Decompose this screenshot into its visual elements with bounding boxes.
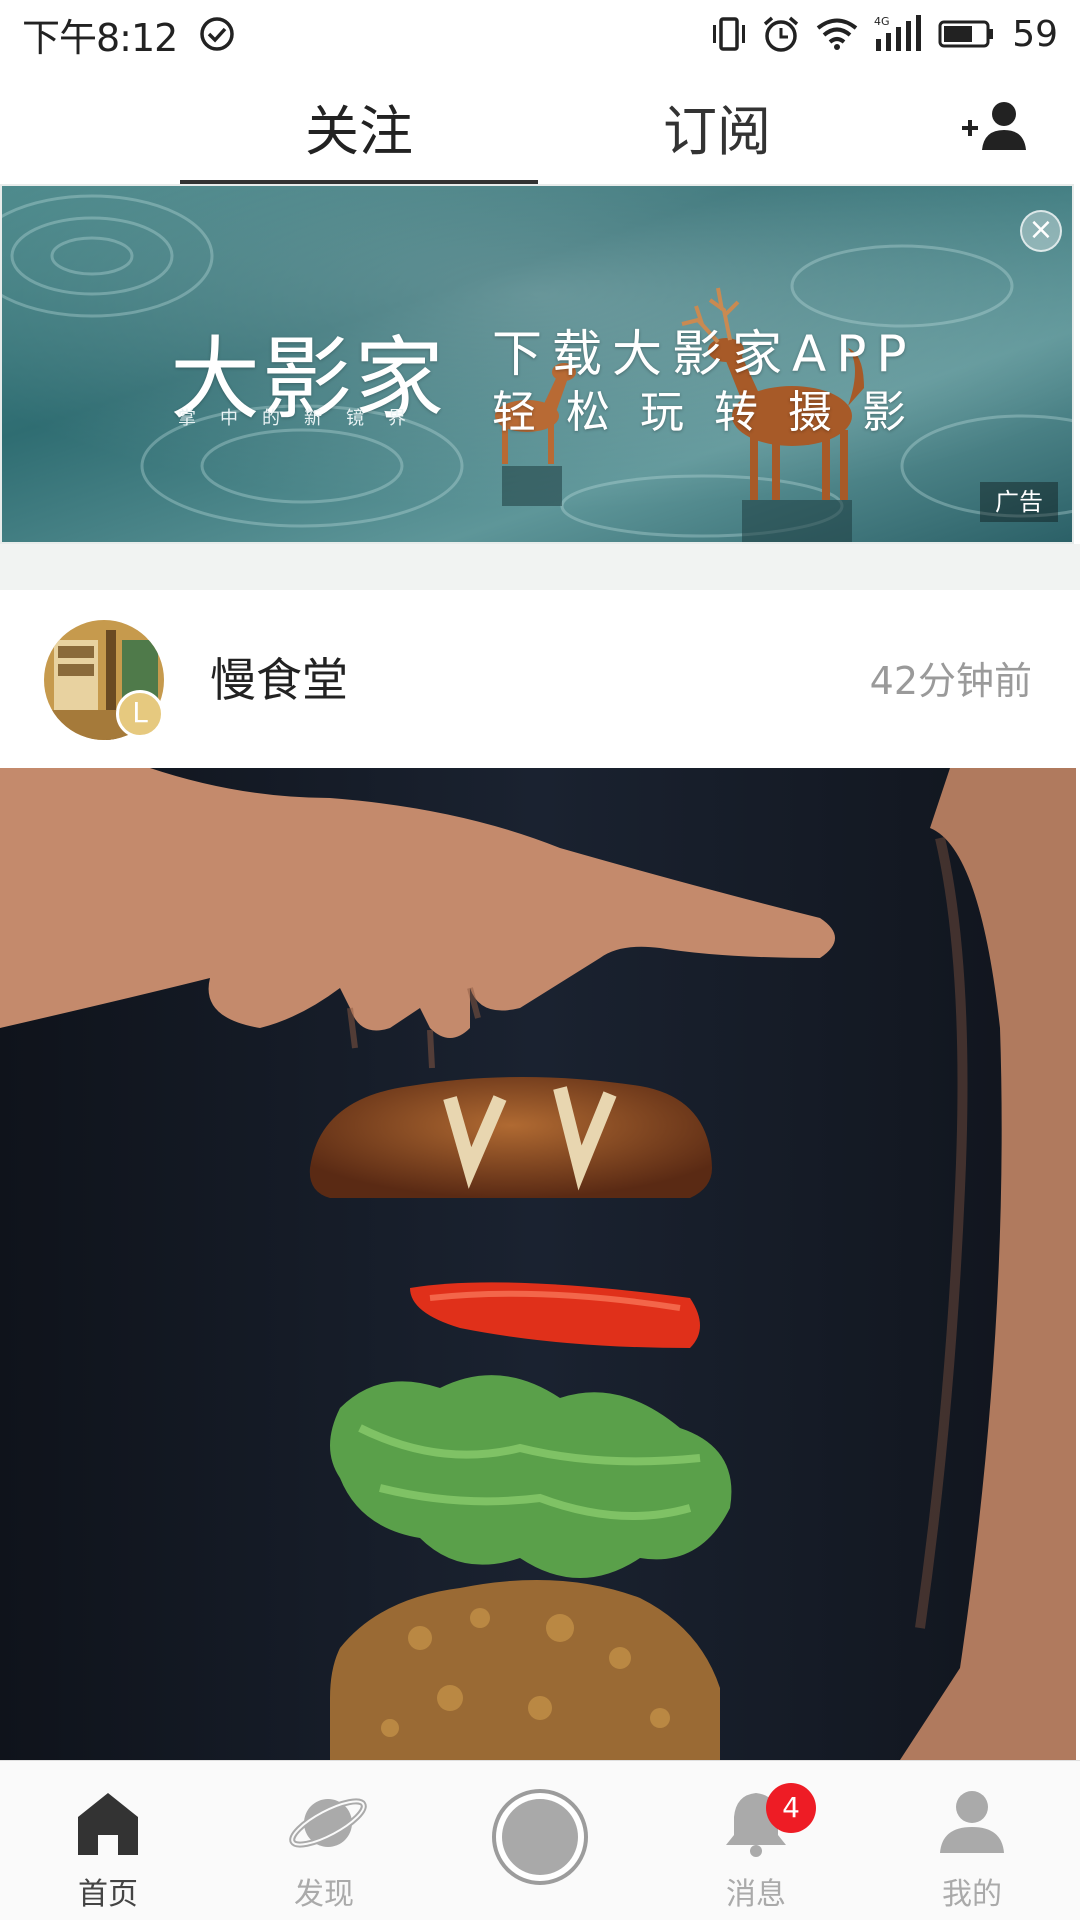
user-icon — [940, 1791, 1004, 1853]
nav-label: 首页 — [78, 1877, 138, 1912]
planet-icon — [289, 1798, 367, 1848]
section-divider — [0, 544, 1080, 590]
battery-icon — [938, 20, 994, 48]
close-icon[interactable]: × — [1020, 210, 1062, 252]
nav-home[interactable]: 首页 — [0, 1761, 216, 1920]
burger-photo — [0, 768, 1076, 1760]
tab-follow[interactable]: 关注 — [180, 68, 538, 184]
author-name[interactable]: 慢食堂 — [210, 644, 348, 710]
battery-level: 59 — [1012, 13, 1058, 55]
nav-publish[interactable] — [432, 1761, 648, 1920]
nav-messages[interactable]: 4 消息 — [648, 1761, 864, 1920]
network-label: 4G — [874, 15, 890, 28]
nav-discover[interactable]: 发现 — [216, 1761, 432, 1920]
ad-banner[interactable]: 大影家 掌中的新镜界 下载大影家APP 轻松玩转摄影 × 广告 — [0, 184, 1074, 544]
post-image[interactable] — [0, 768, 1076, 1760]
ad-tag: 广告 — [980, 482, 1058, 522]
alarm-icon — [764, 16, 799, 52]
wifi-icon — [816, 18, 858, 50]
check-circle-icon — [200, 17, 235, 51]
status-time: 下午8:12 — [22, 15, 178, 60]
ad-brand-slogan: 掌中的新镜界 — [178, 408, 430, 429]
nav-label: 发现 — [294, 1877, 354, 1912]
top-tabs: 关注 订阅 — [0, 68, 1080, 184]
publish-icon[interactable] — [492, 1789, 588, 1885]
nav-label: 我的 — [942, 1877, 1002, 1912]
bottom-nav: 首页 发现 4 消息 我的 — [0, 1760, 1080, 1920]
publish-button-core — [502, 1799, 578, 1875]
post-header[interactable]: L 慢食堂 42分钟前 — [0, 590, 1080, 768]
home-icon — [78, 1793, 138, 1855]
message-count-badge: 4 — [766, 1783, 816, 1833]
nav-label: 消息 — [726, 1877, 786, 1912]
post-time: 42分钟前 — [869, 659, 1032, 703]
nav-profile[interactable]: 我的 — [864, 1761, 1080, 1920]
ad-subline: 轻松玩转摄影 — [492, 387, 936, 438]
status-bar: 下午8:12 4G 59 — [0, 0, 1080, 68]
avatar-level-badge: L — [116, 690, 164, 738]
tab-subscribe[interactable]: 订阅 — [538, 68, 896, 184]
vibrate-icon — [713, 17, 746, 51]
signal-icon: 4G — [874, 15, 922, 51]
add-user-icon[interactable] — [958, 98, 1030, 154]
